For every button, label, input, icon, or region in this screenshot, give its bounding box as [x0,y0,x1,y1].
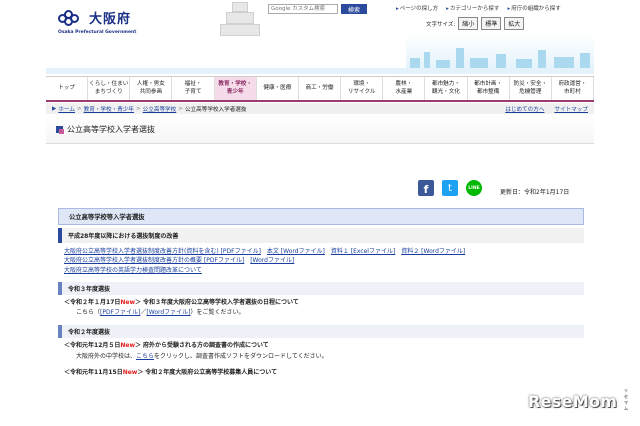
breadcrumb-current: 公立高等学校入学者選抜 [184,106,247,113]
global-nav: トップ くらし・住まい まちづくり 人権・男女 共同参画 福祉・ 子育て 教育・… [46,76,595,102]
social-share: f t LINE [418,180,482,196]
nav-government[interactable]: 府政運営・ 市町村 [552,77,595,100]
section-heading: 公立高等学校等入学者選抜 [58,208,584,225]
list-item: ＜令和元年11月15日New＞ 令和２年度大阪府公立高等学校募集人員について [64,369,278,377]
main-content: 公立高等学校等入学者選抜 平成28年度以降における選抜制度の改善 大阪府公立高等… [58,208,584,379]
page-title: 公立高等学校入学者選抜 [67,125,155,134]
link-material2-word[interactable]: 資料２ [Wordファイル] [401,248,465,255]
breadcrumb-home[interactable]: ホーム [58,105,75,113]
list-item: ＜令和２年１月17日New＞ 令和３年度大阪府公立高等学校入学者選抜の日程につい… [64,298,299,306]
nav-top[interactable]: トップ [46,77,89,100]
line-icon[interactable]: LINE [466,180,482,196]
nav-welfare[interactable]: 福祉・ 子育て [172,77,215,100]
logo-mark-icon [58,9,86,26]
section-r3: 令和３年度選抜 [58,281,584,295]
item-title: 令和３年度大阪府公立高等学校入学者選抜の日程について [142,298,299,306]
link-schedule-word[interactable]: [Wordファイル] [146,309,190,316]
page-frame: 大阪府 Osaka Prefectural Government 検索 ページの… [46,0,595,426]
page-title-bar: 公立高等学校入学者選抜 [46,116,594,144]
search-bar: 検索 [268,4,367,14]
nav-health[interactable]: 健康・医療 [257,77,299,100]
twitter-icon[interactable]: t [442,180,458,196]
link-here[interactable]: こちら [136,353,154,360]
link-overview-word[interactable]: [Wordファイル] [250,257,294,264]
link-sitemap[interactable]: サイトマップ [554,105,588,113]
top-links: ページの探し方 カテゴリーから探す 府庁の組織から探す [396,4,561,12]
link-material1-excel[interactable]: 資料１ [Excelファイル] [331,248,395,255]
item-date: 令和元年11月15日 [70,369,123,377]
font-size-control: 文字サイズ: 縮小 標準 拡大 [426,17,525,30]
title-icon [56,126,64,134]
new-badge: New [120,342,136,350]
link-overview-pdf[interactable]: 大阪府公立高等学校入学者選抜制度改善方針の概要 [PDFファイル] [64,257,244,264]
home-icon: ▶ [52,105,57,112]
item-detail: 大阪府外の中学校は、こちらをクリックし、調査書作成ソフトをダウンロードしてくださ… [76,353,328,361]
updated-date: 更新日：令和2年1月17日 [500,189,570,196]
nav-living[interactable]: くらし・住まい まちづくり [88,77,131,100]
link-organization[interactable]: 府庁の組織から探す [507,4,561,12]
site-logo[interactable]: 大阪府 [58,8,131,27]
header-band [46,68,594,74]
link-page-search[interactable]: ページの探し方 [396,4,438,12]
logo-en: Osaka Prefectural Government [58,30,137,35]
link-english-exam[interactable]: 大阪府立高等学校の英語学力検査問題改革について [64,267,202,274]
font-size-small-button[interactable]: 縮小 [458,17,479,30]
new-badge: New [122,369,138,377]
subsection-heading: 平成28年度以降における選抜制度の改善 [58,228,584,243]
item-detail: こちら（[PDFファイル]／[Wordファイル]）をご覧ください。 [76,309,245,317]
link-policy-word[interactable]: 本文 [Wordファイル] [267,248,325,255]
breadcrumb-education[interactable]: 教育・学校・青少年 [84,105,134,113]
resemom-watermark: ReseMom リセマム [528,388,629,411]
item-title: 府外から受験される方の調査書の作成について [142,342,269,350]
castle-illustration [214,0,266,38]
item-date: 令和元年12月５日 [70,342,121,350]
logo-text: 大阪府 [89,12,132,27]
item-date: 令和２年１月17日 [70,298,121,306]
link-category[interactable]: カテゴリーから探す [446,4,500,12]
list-item: ＜令和元年12月５日New＞ 府外から受験される方の調査書の作成について [64,342,269,350]
nav-tourism[interactable]: 都市魅力・ 観光・文化 [425,77,468,100]
nav-human-rights[interactable]: 人権・男女 共同参画 [130,77,173,100]
link-first-time[interactable]: はじめての方へ [505,105,544,113]
link-policy-pdf[interactable]: 大阪府公立高等学校入学者選抜制度改善方針(資料を含む) [PDFファイル] [64,248,261,255]
search-button[interactable]: 検索 [341,4,367,14]
skyline-illustration [406,34,594,68]
nav-urban-planning[interactable]: 都市計画・ 都市整備 [468,77,510,100]
nav-commerce[interactable]: 商工・労働 [299,77,342,100]
breadcrumb-public-high-school[interactable]: 公立高等学校 [143,105,177,113]
resemom-watermark-sub: リセマム [624,388,629,411]
font-size-normal-button[interactable]: 標準 [481,17,502,30]
section-r2: 令和２年度選抜 [58,325,584,339]
nav-agriculture[interactable]: 農林・ 水産業 [383,77,426,100]
search-input[interactable] [268,4,338,14]
new-badge: New [120,298,136,306]
breadcrumb: ▶ ホーム > 教育・学校・青少年 > 公立高等学校 > 公立高等学校入学者選抜… [46,103,594,114]
item-title: 令和２年度大阪府公立高等学校募集人員について [145,369,278,377]
nav-environment[interactable]: 環境・ リサイクル [341,77,384,100]
font-size-large-button[interactable]: 拡大 [504,17,525,30]
nav-disaster[interactable]: 防災・安全・ 危機管理 [510,77,552,100]
policy-links: 大阪府公立高等学校入学者選抜制度改善方針(資料を含む) [PDFファイル] 本文… [58,243,584,279]
link-schedule-pdf[interactable]: [PDFファイル] [100,309,140,316]
font-size-label: 文字サイズ: [426,21,456,28]
facebook-icon[interactable]: f [418,180,434,196]
nav-education[interactable]: 教育・学校・ 青少年 [214,77,257,100]
